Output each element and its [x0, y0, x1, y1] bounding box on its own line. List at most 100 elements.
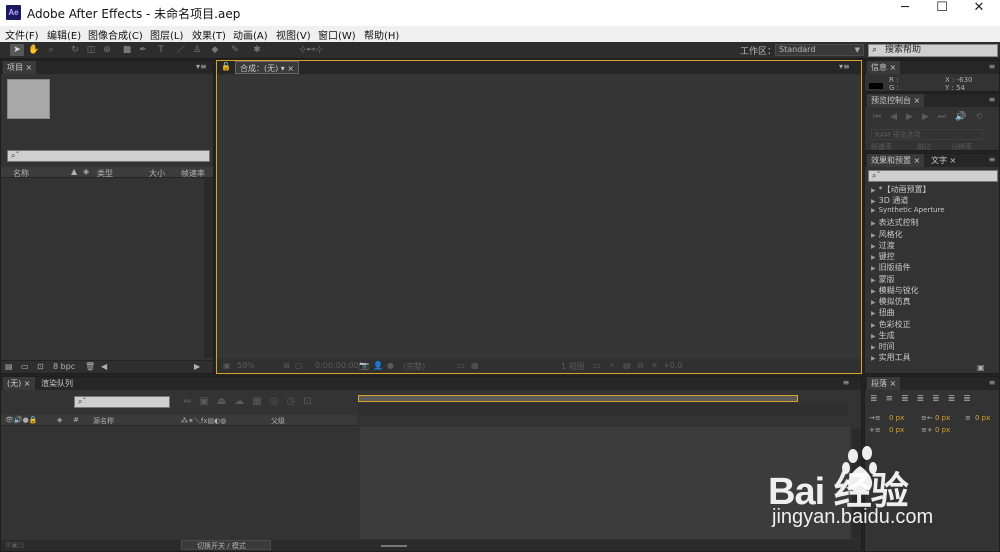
toggle-pixel-icon[interactable]: ▭: [593, 361, 601, 370]
snapshot-icon[interactable]: 📷: [359, 361, 369, 370]
brush-tool-icon[interactable]: ／: [174, 44, 188, 56]
selection-tool-icon[interactable]: ➤: [10, 44, 24, 56]
menu-view[interactable]: 视图(V): [276, 27, 311, 42]
tab-render-queue[interactable]: 渲染队列: [37, 377, 77, 390]
safe-zones-icon[interactable]: ▢: [295, 361, 303, 370]
fast-preview-icon[interactable]: ⚡: [609, 361, 615, 370]
project-scrollbar[interactable]: [204, 178, 213, 358]
project-search-input[interactable]: ⌕ˇ: [7, 150, 210, 162]
fx-item[interactable]: ▶ 时间: [871, 341, 895, 352]
space-before-value[interactable]: 0 px: [889, 426, 904, 434]
eraser-tool-icon[interactable]: ◆: [208, 44, 222, 56]
magnification-icon[interactable]: ▣: [223, 361, 231, 370]
bpc-label[interactable]: 8 bpc: [53, 362, 75, 371]
puppet-tool-icon[interactable]: ✱: [250, 44, 264, 56]
close-button[interactable]: ✕: [962, 0, 996, 26]
menu-help[interactable]: 帮助(H): [364, 27, 399, 42]
parent-column[interactable]: 父级: [271, 416, 285, 426]
pen-tool-icon[interactable]: ✒: [136, 44, 150, 56]
composition-viewer[interactable]: [217, 76, 861, 358]
fx-item[interactable]: ▶ 3D 通道: [871, 195, 908, 206]
panel-menu-icon[interactable]: ▾≡: [839, 62, 850, 72]
fx-item[interactable]: ▶ 色彩校正: [871, 319, 911, 330]
transparency-grid-icon[interactable]: ▦: [471, 361, 479, 370]
fx-item[interactable]: ▶ Synthetic Aperture: [871, 206, 945, 214]
lock-icon[interactable]: 🔓: [221, 62, 231, 71]
panel-menu-icon[interactable]: ≡: [987, 378, 997, 388]
footer-toggle-icons[interactable]: ⚙▣◫: [5, 541, 25, 549]
sort-asc-icon[interactable]: ▲: [71, 167, 77, 176]
resolution-select[interactable]: (完整): [403, 361, 425, 372]
pan-behind-tool-icon[interactable]: ⊕: [100, 44, 114, 56]
space-after-value[interactable]: 0 px: [935, 426, 950, 434]
label-tag-icon[interactable]: ◈: [57, 416, 62, 424]
interpret-footage-icon[interactable]: ▤: [5, 362, 13, 371]
work-area-bar[interactable]: [358, 395, 798, 402]
scroll-right-icon[interactable]: ▶: [194, 362, 200, 371]
hand-tool-icon[interactable]: ✋: [27, 44, 41, 56]
panel-menu-icon[interactable]: ▾≡: [196, 62, 207, 72]
flowchart-icon[interactable]: ⊟: [637, 361, 644, 370]
tab-info[interactable]: 信息 ×: [867, 61, 901, 74]
view-layout-select[interactable]: 1 视图: [561, 361, 585, 372]
column-framerate[interactable]: 帧速率: [181, 168, 205, 179]
mask-tool-icon[interactable]: ■: [120, 44, 134, 56]
fx-item[interactable]: ▶ 键控: [871, 251, 895, 262]
grid-icon[interactable]: ⊞: [283, 361, 290, 370]
timeline-search-input[interactable]: ⌕ˇ: [74, 396, 170, 408]
column-name[interactable]: 名称: [13, 168, 29, 179]
layer-switches-icon[interactable]: ⁂✶＼fx▤◐◍: [181, 416, 226, 426]
ram-preview-select[interactable]: RAM 预览选项: [871, 129, 983, 140]
clone-stamp-tool-icon[interactable]: ♙: [190, 44, 204, 56]
zoom-tool-icon[interactable]: ⌕: [44, 44, 58, 56]
maximize-button[interactable]: ☐: [925, 0, 959, 26]
exposure-value[interactable]: +0.0: [663, 361, 682, 370]
tab-project[interactable]: 项目 ×: [3, 61, 37, 74]
fx-item[interactable]: ▶ 过渡: [871, 240, 895, 251]
rotate-tool-icon[interactable]: ↻: [68, 44, 82, 56]
source-name-column[interactable]: 源名称: [93, 416, 114, 426]
panel-menu-icon[interactable]: ≡: [987, 95, 997, 105]
channel-icon[interactable]: ●: [387, 361, 394, 370]
axis-mode-icon[interactable]: ⊹⊷⊹: [296, 44, 326, 56]
type-tool-icon[interactable]: T: [154, 44, 168, 56]
new-composition-icon[interactable]: ⊡: [37, 362, 44, 371]
indent-first-value[interactable]: 0 px: [975, 414, 990, 422]
fx-item[interactable]: ▶ 扭曲: [871, 307, 895, 318]
effects-search-input[interactable]: ⌕ˇ: [868, 170, 998, 182]
fx-item[interactable]: ▶ 实用工具: [871, 352, 911, 363]
fx-item[interactable]: ▶ 风格化: [871, 229, 903, 240]
camera-tool-icon[interactable]: ◫: [84, 44, 98, 56]
menu-file[interactable]: 文件(F): [5, 27, 39, 42]
indent-right-value[interactable]: 0 px: [935, 414, 950, 422]
tab-preview[interactable]: 预览控制台 ×: [867, 94, 925, 107]
tab-character[interactable]: 文字 ×: [927, 154, 960, 167]
new-preset-icon[interactable]: ▣: [977, 363, 985, 372]
fx-item[interactable]: ▶ 表达式控制: [871, 217, 919, 228]
menu-window[interactable]: 窗口(W): [318, 27, 356, 42]
fx-item[interactable]: ▶ *【动画预置】: [871, 184, 931, 195]
menu-animation[interactable]: 动画(A): [233, 27, 268, 42]
workspace-select[interactable]: Standard ▼: [775, 44, 864, 56]
scroll-left-icon[interactable]: ◀: [101, 362, 107, 371]
panel-menu-icon[interactable]: ≡: [987, 62, 997, 72]
timecode-display[interactable]: 0:00:00:00: [315, 361, 359, 370]
search-help-field[interactable]: ⌕ 搜索帮助: [868, 44, 998, 57]
tab-timeline-none[interactable]: (无) ×: [3, 377, 35, 390]
tab-paragraph[interactable]: 段落 ×: [867, 377, 901, 390]
new-folder-icon[interactable]: ▭: [21, 362, 29, 371]
roi-icon[interactable]: ▭: [457, 361, 465, 370]
timeline-icon[interactable]: ▤: [623, 361, 631, 370]
column-size[interactable]: 大小: [149, 168, 165, 179]
zoom-slider[interactable]: [381, 545, 407, 547]
fx-item[interactable]: ▶ 模糊与锐化: [871, 285, 919, 296]
playback-controls[interactable]: ⏮◀▶▶⏭🔊⟲: [873, 112, 992, 122]
roto-brush-tool-icon[interactable]: ✎: [228, 44, 242, 56]
show-snapshot-icon[interactable]: 👤: [373, 361, 383, 370]
timeline-switch-icons[interactable]: ⇔▣⏏☁▦◎◷⊡: [183, 396, 320, 407]
tab-effects-presets[interactable]: 效果和预置 ×: [867, 154, 925, 167]
menu-effect[interactable]: 效果(T): [192, 27, 226, 42]
menu-composition[interactable]: 图像合成(C): [88, 27, 143, 42]
panel-menu-icon[interactable]: ≡: [987, 155, 997, 165]
delete-icon[interactable]: 🗑: [85, 362, 95, 371]
